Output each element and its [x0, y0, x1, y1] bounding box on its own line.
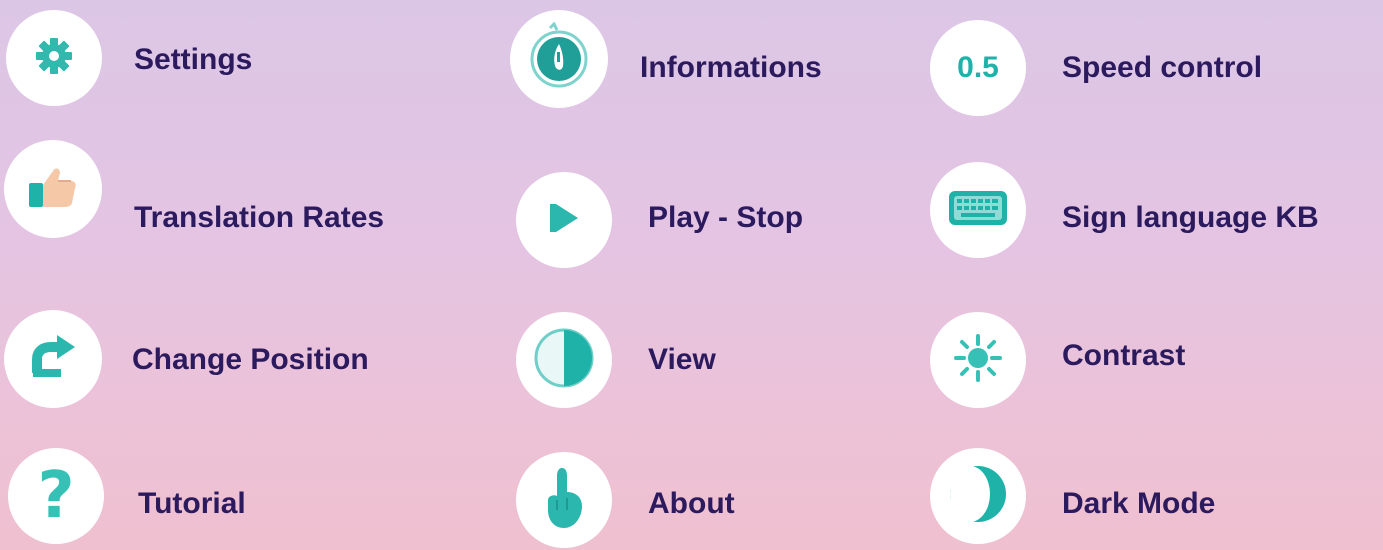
play-icon [544, 198, 584, 243]
contrast-button[interactable] [930, 312, 1026, 408]
about-button[interactable] [516, 452, 612, 548]
moon-icon [946, 462, 1010, 531]
pointing-hand-icon [542, 466, 586, 535]
question-icon: ? [37, 459, 75, 533]
redo-arrow-icon [27, 334, 79, 384]
play-stop-label: Play - Stop [648, 201, 804, 234]
change-position-label: Change Position [132, 343, 369, 376]
settings-button[interactable] [6, 10, 102, 106]
tutorial-label: Tutorial [138, 487, 246, 520]
keyboard-icon [947, 189, 1009, 232]
play-stop-button[interactable] [516, 172, 612, 268]
thumbs-up-icon [25, 163, 81, 216]
view-button[interactable] [516, 312, 612, 408]
speed-value: 0.5 [957, 51, 999, 84]
sign-language-kb-button[interactable] [930, 162, 1026, 258]
change-position-button[interactable] [4, 310, 102, 408]
about-label: About [648, 487, 735, 520]
contrast-label: Contrast [1062, 339, 1186, 372]
informations-button[interactable] [510, 10, 608, 108]
dark-mode-label: Dark Mode [1062, 487, 1216, 520]
speed-control-button[interactable]: 0.5 [930, 20, 1026, 116]
settings-label: Settings [134, 43, 253, 76]
sun-icon [954, 333, 1002, 387]
half-circle-icon [532, 326, 596, 395]
gear-icon [34, 36, 74, 81]
view-label: View [648, 343, 716, 376]
tutorial-button[interactable]: ? [8, 448, 104, 544]
info-hand-icon [524, 20, 594, 97]
translation-rates-button[interactable] [4, 140, 102, 238]
dark-mode-button[interactable] [930, 448, 1026, 544]
informations-label: Informations [640, 51, 822, 84]
speed-control-label: Speed control [1062, 51, 1263, 84]
sign-language-kb-label: Sign language KB [1062, 201, 1319, 234]
translation-rates-label: Translation Rates [134, 201, 385, 234]
